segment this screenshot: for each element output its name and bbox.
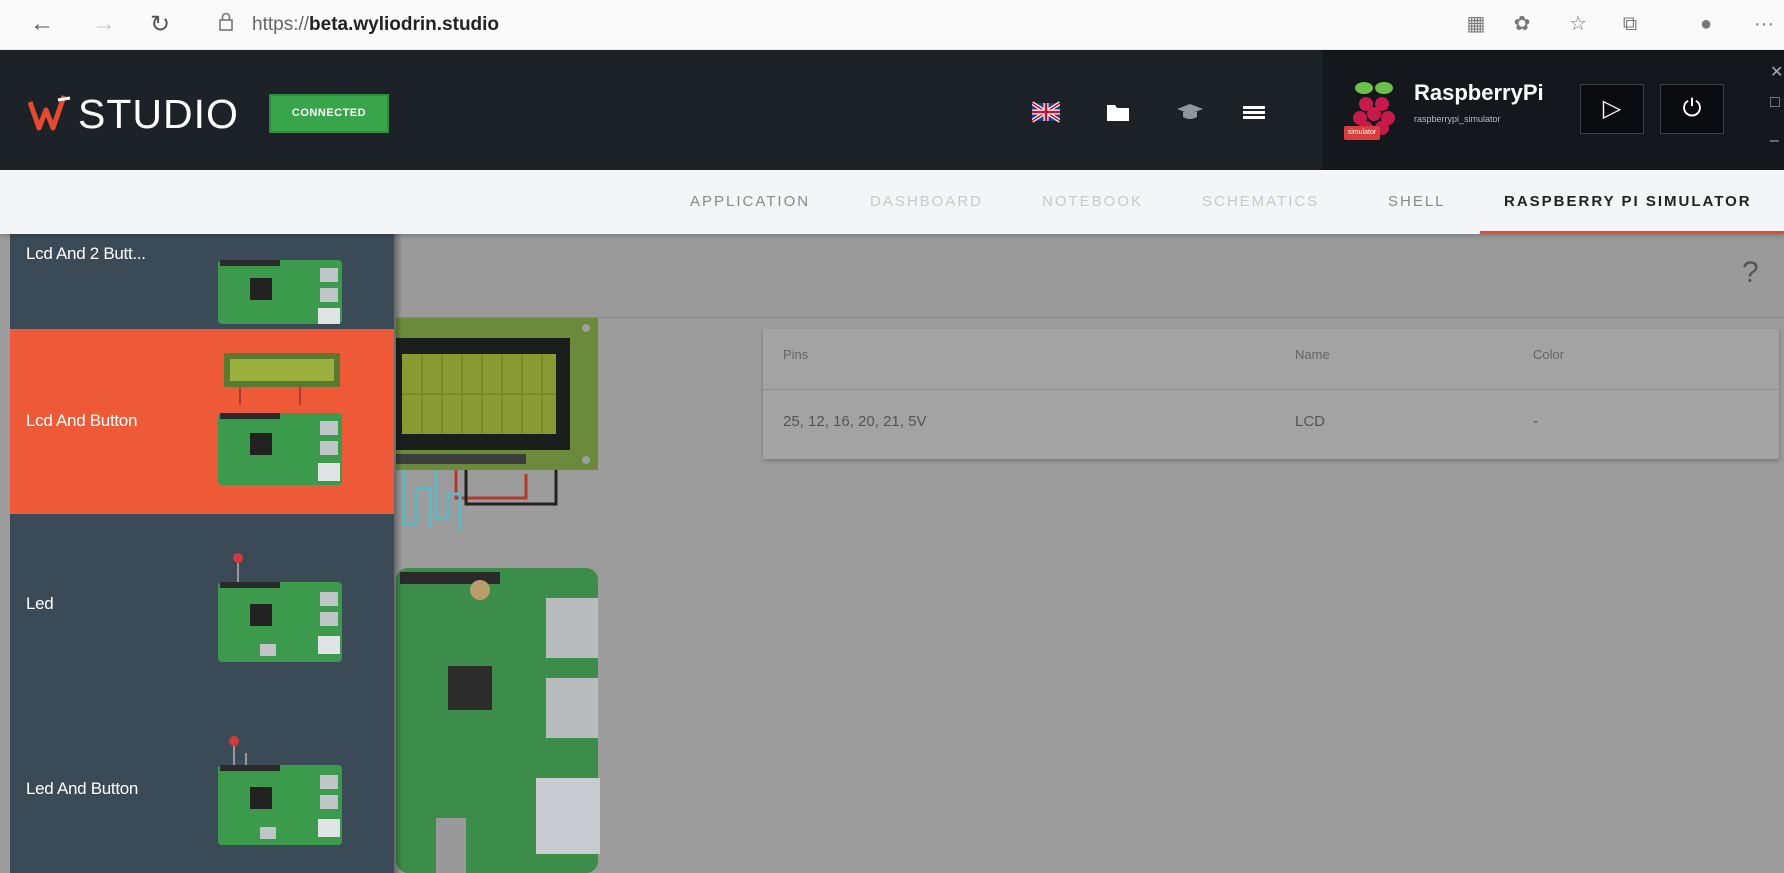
active-tab-indicator — [1480, 231, 1784, 234]
pins-column-header: Pins — [783, 347, 809, 362]
restore-window-icon[interactable]: □ — [1770, 94, 1780, 112]
extension-icon[interactable]: ✿ — [1510, 12, 1534, 36]
list-item-lcd-and-2-buttons[interactable]: Lcd And 2 Butt... — [10, 234, 394, 329]
tab-raspberry-pi-simulator[interactable]: RASPBERRY PI SIMULATOR — [1504, 193, 1752, 210]
tab-notebook[interactable]: NOTEBOOK — [1042, 193, 1143, 210]
ethernet-port — [536, 778, 600, 854]
status-badge: CONNECTED — [269, 94, 389, 133]
board-selector[interactable]: simulator RaspberryPi raspberrypi_simula… — [1322, 50, 1784, 170]
audio-jack — [436, 818, 466, 873]
url-host: beta.wyliodrin.studio — [309, 14, 500, 35]
uk-flag-icon[interactable] — [1032, 98, 1060, 126]
address-bar[interactable]: https://beta.wyliodrin.studio — [252, 14, 499, 36]
list-item-label: Lcd And 2 Butt... — [26, 244, 146, 263]
run-button[interactable]: ▷ — [1580, 84, 1644, 134]
list-item-lcd-and-button[interactable]: Lcd And Button — [10, 329, 394, 514]
url-scheme: https:// — [252, 14, 310, 35]
usb-port-1 — [546, 598, 598, 658]
board-thumbnail — [218, 553, 342, 662]
simulator-toolbar: ? — [396, 234, 1784, 318]
name-cell: LCD — [1295, 413, 1326, 430]
simulator-tag: simulator — [1344, 126, 1380, 140]
help-button[interactable]: ? — [1742, 256, 1759, 290]
pin-table: Pins Name Color 25, 12, 16, 20, 21, 5V L… — [763, 329, 1779, 459]
reader-view-icon[interactable]: ▦ — [1464, 12, 1488, 36]
close-window-icon[interactable]: ✕ — [1770, 62, 1783, 82]
sidebar-shadow — [394, 234, 402, 873]
usb-port-2 — [546, 678, 598, 738]
lcd-header-pins — [396, 454, 526, 464]
folder-icon[interactable] — [1104, 98, 1132, 126]
tab-shell[interactable]: SHELL — [1388, 193, 1446, 210]
power-button[interactable]: ⏻ — [1660, 84, 1724, 134]
cpu-chip — [448, 666, 492, 710]
board-thumbnail — [218, 260, 342, 324]
list-item-label: Led And Button — [26, 779, 139, 798]
main-tabs: APPLICATION DASHBOARD NOTEBOOK SCHEMATIC… — [0, 170, 1784, 234]
list-item-label: Lcd And Button — [26, 411, 138, 430]
mounting-hole — [470, 580, 490, 600]
tab-application[interactable]: APPLICATION — [690, 193, 810, 210]
list-item-led[interactable]: Led — [10, 514, 394, 699]
tab-schematics[interactable]: SCHEMATICS — [1202, 193, 1319, 210]
pins-cell: 25, 12, 16, 20, 21, 5V — [783, 413, 927, 430]
list-item-label: Led — [26, 594, 54, 613]
lcd-screw — [582, 324, 590, 332]
back-icon[interactable]: ← — [30, 10, 54, 38]
raspberry-pi-board-illustration — [396, 318, 600, 873]
browser-toolbar: ← → ↻ https://beta.wyliodrin.studio ▦ ✿ … — [0, 0, 1784, 50]
menu-icon[interactable] — [1240, 98, 1268, 126]
row-separator — [763, 389, 1779, 390]
board-name: RaspberryPi — [1414, 80, 1544, 105]
simulator-content: ? Pins Name Color 25, 12, 16, 20, 21, 5V… — [0, 234, 1784, 873]
lock-icon — [219, 12, 233, 31]
list-item-led-and-button[interactable]: Led And Button — [10, 699, 394, 873]
collections-icon[interactable]: ⧉ — [1618, 12, 1642, 36]
app-window: ← → ↻ https://beta.wyliodrin.studio ▦ ✿ … — [0, 0, 1784, 873]
app-header: STUDIO CONNECTED simulator RaspberryPi r… — [0, 50, 1784, 170]
more-options-icon[interactable]: ··· — [1752, 12, 1776, 36]
graduation-cap-icon[interactable] — [1176, 98, 1204, 126]
tab-dashboard[interactable]: DASHBOARD — [870, 193, 983, 210]
lcd-screw — [582, 456, 590, 464]
color-column-header: Color — [1533, 347, 1565, 362]
profile-icon[interactable]: ● — [1694, 12, 1718, 36]
minimize-window-icon[interactable]: – — [1770, 132, 1779, 150]
logo-text: STUDIO — [78, 91, 239, 137]
board-subtitle: raspberrypi_simulator — [1414, 114, 1501, 124]
refresh-icon[interactable]: ↻ — [150, 10, 170, 39]
favorite-star-icon[interactable]: ☆ — [1566, 12, 1590, 36]
example-list-sidebar: Lcd And 2 Butt... Lcd And Button Led Led… — [10, 234, 394, 873]
board-thumbnail — [218, 353, 342, 485]
forward-icon[interactable]: → — [92, 10, 116, 38]
board-thumbnail — [218, 736, 342, 845]
color-cell: - — [1533, 413, 1538, 430]
w-logo-icon — [28, 95, 71, 131]
name-column-header: Name — [1295, 347, 1330, 362]
